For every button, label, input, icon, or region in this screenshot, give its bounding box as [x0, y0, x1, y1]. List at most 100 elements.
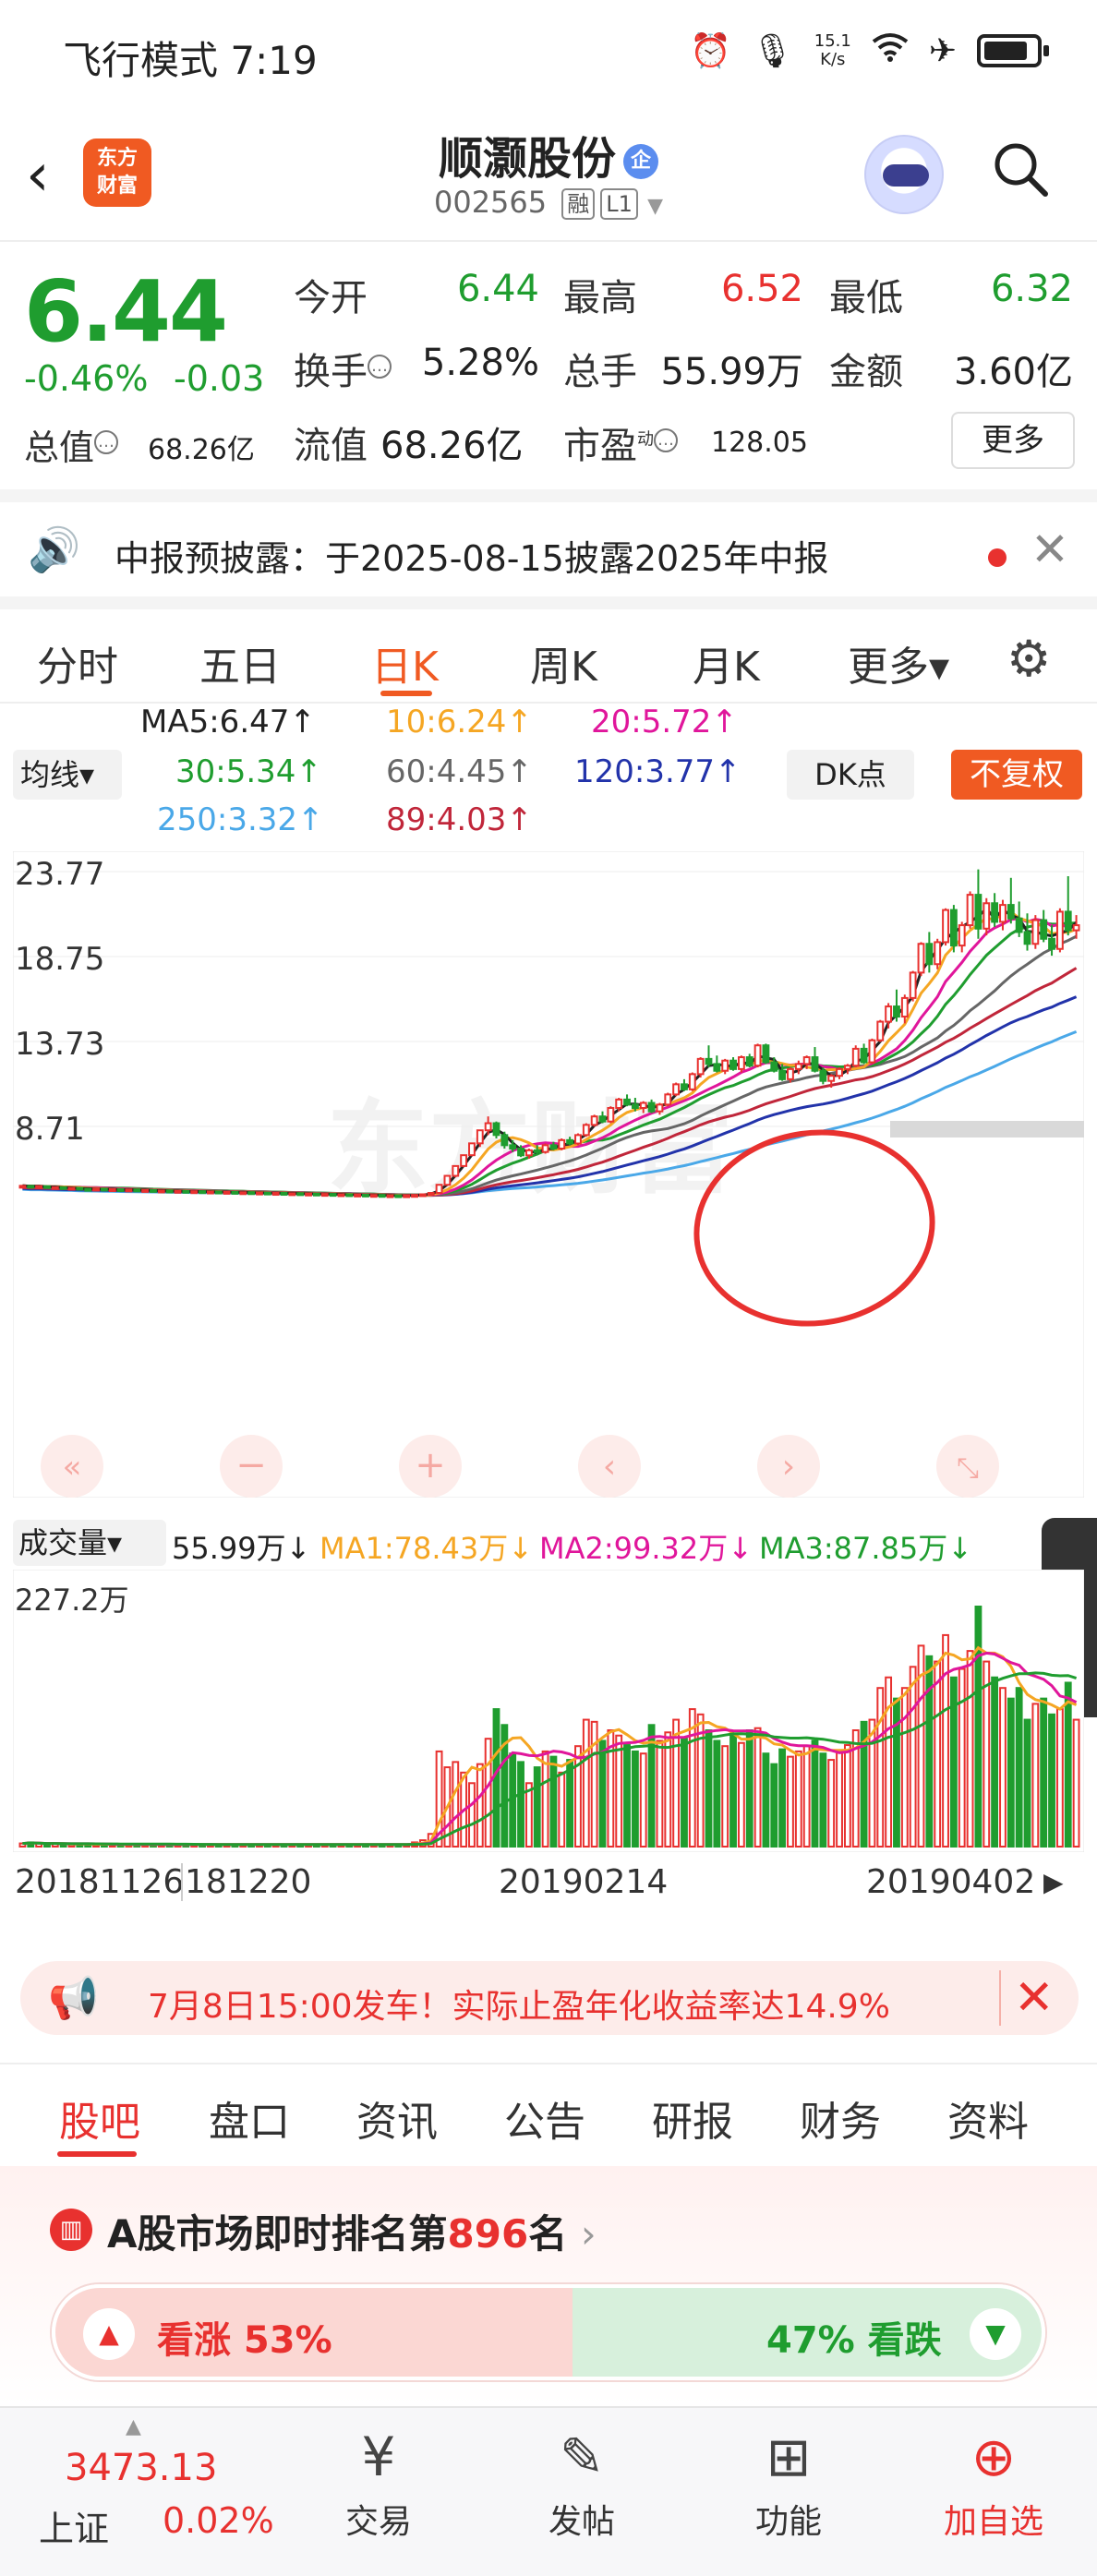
- candle-body: [770, 1061, 778, 1072]
- volume-chart[interactable]: 227.2万: [13, 1570, 1084, 1852]
- candle-body: [214, 1190, 223, 1195]
- right-icon: ›: [782, 1448, 795, 1486]
- level-tag: L1: [600, 188, 638, 220]
- volume-bar: [819, 1752, 827, 1848]
- assistant-robot-icon[interactable]: [864, 135, 944, 214]
- price-band: [890, 1121, 1084, 1138]
- volume-bar: [484, 1738, 492, 1848]
- volume-bar: [533, 1766, 541, 1848]
- candle-body: [312, 1192, 320, 1197]
- candle-body: [354, 1193, 362, 1198]
- candle-body: [558, 1138, 566, 1150]
- down-arrow-icon[interactable]: ▼: [970, 2308, 1021, 2360]
- more-button[interactable]: 更多: [951, 412, 1075, 469]
- candle-body: [623, 1098, 631, 1106]
- volume-bar: [999, 1687, 1007, 1848]
- ma-selector[interactable]: 均线▾: [13, 750, 122, 800]
- candle-body: [305, 1192, 312, 1197]
- tab-news[interactable]: 资讯: [356, 2088, 438, 2148]
- candle-body: [949, 909, 958, 947]
- tab-more[interactable]: 更多▾: [848, 633, 949, 692]
- tab-intraday[interactable]: 分时: [37, 633, 118, 692]
- candle-body: [468, 1142, 476, 1157]
- volume-bar: [868, 1718, 876, 1848]
- dk-point-button[interactable]: DK点: [787, 750, 914, 800]
- net-speed: 15.1 K/s: [814, 31, 851, 69]
- volume-legend: 成交量▾ 55.99万↓ MA1:78.43万↓ MA2:99.32万↓ MA3…: [0, 1516, 1097, 1570]
- play-icon[interactable]: ▶: [1043, 1867, 1064, 1897]
- candle-body: [590, 1115, 598, 1126]
- candle-body: [125, 1188, 133, 1193]
- tab-announcements[interactable]: 公告: [504, 2088, 585, 2148]
- tab-pankou[interactable]: 盘口: [209, 2088, 290, 2148]
- tab-monthly-k[interactable]: 月K: [693, 633, 760, 692]
- candle-body: [966, 894, 974, 927]
- nav-trade[interactable]: ¥ 交易: [314, 2425, 443, 2543]
- volume-bar: [991, 1676, 999, 1848]
- volume-bar: [476, 1763, 484, 1848]
- volume-bar: [974, 1606, 982, 1848]
- candle-body: [484, 1122, 492, 1132]
- gear-icon[interactable]: ⚙: [1007, 630, 1051, 688]
- candle-body: [190, 1190, 199, 1195]
- candle-body: [713, 1063, 721, 1072]
- tab-profile[interactable]: 资料: [947, 2088, 1029, 2148]
- nav-label: 加自选: [943, 2503, 1043, 2541]
- candle-body: [582, 1124, 590, 1137]
- candle-body: [1055, 910, 1064, 950]
- candle-body: [100, 1187, 108, 1192]
- tab-weekly-k[interactable]: 周K: [530, 633, 597, 692]
- volume-bar: [1064, 1681, 1072, 1848]
- watermark: 东方财富: [327, 1089, 733, 1208]
- volume-bar: [582, 1718, 590, 1848]
- close-icon[interactable]: ✕: [999, 1970, 1055, 2026]
- wifi-icon: [872, 32, 909, 70]
- pe-label[interactable]: 市盈动…: [563, 415, 678, 469]
- candle-body: [452, 1164, 460, 1177]
- volume-bar: [925, 1655, 934, 1848]
- candle-body: [762, 1044, 770, 1064]
- stock-code: 002565: [433, 185, 548, 220]
- notice-bar[interactable]: 🔊 中报预披露：于2025-08-15披露2025年中报 ✕: [0, 489, 1097, 596]
- volume-selector[interactable]: 成交量▾: [13, 1520, 166, 1566]
- index-value[interactable]: 3473.13: [65, 2447, 217, 2489]
- volume-bar: [590, 1720, 598, 1848]
- volume-bar: [1007, 1697, 1015, 1848]
- adjust-button[interactable]: 不复权: [951, 750, 1082, 800]
- edit-icon: ✎: [559, 2426, 605, 2488]
- candle-body: [1015, 917, 1023, 933]
- volume-bar: [681, 1738, 688, 1848]
- tab-finance[interactable]: 财务: [800, 2088, 881, 2148]
- index-name[interactable]: 上证: [39, 2500, 109, 2551]
- index-percent: 0.02%: [163, 2500, 274, 2541]
- candle-body: [1031, 919, 1040, 945]
- tab-five-day[interactable]: 五日: [199, 633, 281, 692]
- promo-banner[interactable]: 📢 7月8日15:00发车！实际止盈年化收益率达14.9% ✕: [20, 1961, 1079, 2035]
- candle-body: [598, 1115, 607, 1123]
- volume-bar: [705, 1729, 713, 1848]
- nav-add-watchlist[interactable]: ⊕ 加自选: [929, 2425, 1058, 2543]
- candle-body: [753, 1044, 762, 1067]
- candle-body: [35, 1185, 43, 1189]
- close-icon[interactable]: ✕: [1031, 523, 1069, 576]
- status-icons: ⏰ 🎙 15.1 K/s ✈: [690, 31, 1049, 70]
- low-value: 6.32: [990, 268, 1073, 310]
- nav-functions[interactable]: ⊞ 功能: [724, 2425, 853, 2543]
- total-mv-label[interactable]: 总值…: [24, 419, 119, 470]
- candle-body: [288, 1192, 296, 1197]
- kline-chart[interactable]: 东方财富 23.77 18.75 13.73 8.71 « − + ‹ › ⤡: [13, 851, 1084, 1498]
- tab-research[interactable]: 研报: [652, 2088, 733, 2148]
- total-mv-value: 68.26亿: [148, 434, 255, 466]
- candle-body: [942, 909, 949, 944]
- tab-guba[interactable]: 股吧: [59, 2088, 140, 2148]
- candle-body: [199, 1190, 206, 1195]
- volume-max-label: 227.2万: [15, 1583, 129, 1618]
- nav-post[interactable]: ✎ 发帖: [517, 2425, 646, 2543]
- tab-daily-k[interactable]: 日K: [371, 633, 439, 692]
- search-icon[interactable]: [992, 140, 1049, 198]
- pe-sup: 动: [637, 429, 654, 450]
- ranking-text[interactable]: A股市场即时排名第896名 ›: [107, 2203, 597, 2259]
- up-arrow-icon[interactable]: ▲: [83, 2308, 135, 2360]
- turnover-label[interactable]: 换手…: [294, 342, 392, 395]
- volume-label: 总手: [563, 351, 637, 393]
